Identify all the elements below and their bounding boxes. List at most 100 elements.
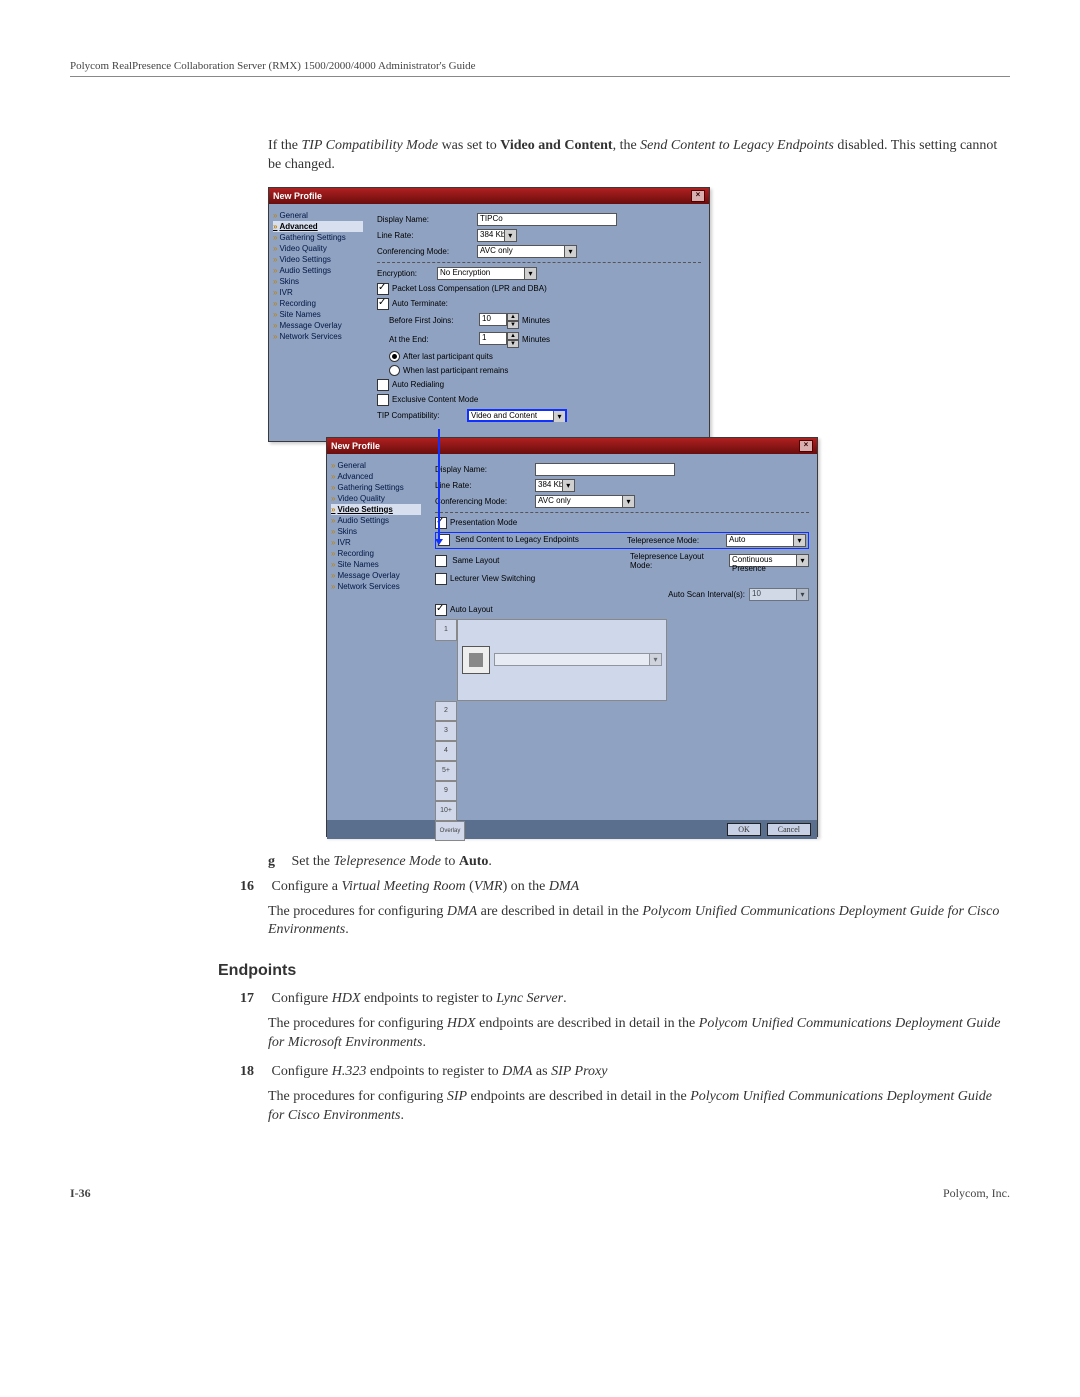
tlayout-dropdown[interactable]: Continuous Presence <box>729 554 809 567</box>
auto-layout-checkbox[interactable] <box>435 604 447 616</box>
nav2-audio[interactable]: Audio Settings <box>331 515 421 526</box>
before-first-spinner[interactable]: 10 ▲▼ <box>479 313 519 329</box>
layout-preview-icon[interactable] <box>462 646 490 674</box>
layout-tab-3[interactable]: 3 <box>435 721 457 741</box>
t: Configure <box>272 1064 332 1079</box>
nav-advanced[interactable]: Advanced <box>273 221 363 232</box>
nav2-skins[interactable]: Skins <box>331 526 421 537</box>
nav2-video-settings[interactable]: Video Settings <box>331 504 421 515</box>
line-rate-label: Line Rate: <box>377 231 477 240</box>
nav2-ivr[interactable]: IVR <box>331 537 421 548</box>
layout-tab-overlay[interactable]: Overlay <box>435 821 465 841</box>
conf-mode-dropdown-2[interactable]: AVC only <box>535 495 635 508</box>
nav-network[interactable]: Network Services <box>273 331 363 342</box>
t: . <box>400 1108 404 1123</box>
auto-layout-label: Auto Layout <box>450 605 493 614</box>
line-rate-dropdown[interactable]: 384 Kbps <box>477 229 517 242</box>
encryption-dropdown[interactable]: No Encryption <box>437 267 537 280</box>
t: ( <box>466 879 474 894</box>
plc-label: Packet Loss Compensation (LPR and DBA) <box>392 284 547 293</box>
nav2-advanced[interactable]: Advanced <box>331 471 421 482</box>
dialog-title: New Profile <box>273 191 322 201</box>
t: ) on the <box>503 879 549 894</box>
t: . <box>563 991 567 1006</box>
nav-message-overlay[interactable]: Message Overlay <box>273 320 363 331</box>
page-footer: I-36 Polycom, Inc. <box>70 1186 1010 1201</box>
after-last-quit-label: After last participant quits <box>403 352 493 361</box>
plc-checkbox[interactable] <box>377 283 389 295</box>
nav2-network[interactable]: Network Services <box>331 581 421 592</box>
before-first-label: Before First Joins: <box>389 316 479 325</box>
at-end-spinner[interactable]: 1 ▲▼ <box>479 332 519 348</box>
display-name-field[interactable]: TIPCo <box>477 213 617 226</box>
nav2-recording[interactable]: Recording <box>331 548 421 559</box>
nav2-message-overlay[interactable]: Message Overlay <box>331 570 421 581</box>
t: Virtual Meeting Room <box>341 879 465 894</box>
same-layout-label: Same Layout <box>452 556 499 565</box>
layout-tab-2[interactable]: 2 <box>435 701 457 721</box>
step-16-num: 16 <box>240 878 268 897</box>
exclusive-content-checkbox[interactable] <box>377 394 389 406</box>
nav-general[interactable]: General <box>273 210 363 221</box>
layout-tab-1[interactable]: 1 <box>435 619 457 641</box>
t: DMA <box>447 904 477 919</box>
callout-arrow <box>438 429 440 543</box>
t: DMA <box>549 879 579 894</box>
endpoints-heading: Endpoints <box>218 962 1010 980</box>
nav-recording[interactable]: Recording <box>273 298 363 309</box>
conf-mode-dropdown[interactable]: AVC only <box>477 245 577 258</box>
t: , the <box>613 138 641 153</box>
lecturer-checkbox[interactable] <box>435 573 447 585</box>
close-icon[interactable]: × <box>691 190 705 202</box>
t: . <box>488 854 492 869</box>
minutes-label: Minutes <box>522 316 550 325</box>
conf-mode-label-2: Conferencing Mode: <box>435 497 535 506</box>
t: HDX <box>447 1016 476 1031</box>
nav-video-quality[interactable]: Video Quality <box>273 243 363 254</box>
nav-sitenames[interactable]: Site Names <box>273 309 363 320</box>
layout-tab-9[interactable]: 9 <box>435 781 457 801</box>
dialog-titlebar-2: New Profile × <box>327 438 817 454</box>
nav2-gathering[interactable]: Gathering Settings <box>331 482 421 493</box>
nav-audio[interactable]: Audio Settings <box>273 265 363 276</box>
encryption-label: Encryption: <box>377 269 437 278</box>
display-name-label-2: Display Name: <box>435 465 535 474</box>
t: DMA <box>502 1064 532 1079</box>
nav-gathering[interactable]: Gathering Settings <box>273 232 363 243</box>
line-rate-dropdown-2[interactable]: 384 Kbps <box>535 479 575 492</box>
close-icon-2[interactable]: × <box>799 440 813 452</box>
tip-compat-dropdown[interactable]: Video and Content <box>467 409 567 422</box>
auto-redial-checkbox[interactable] <box>377 379 389 391</box>
screenshot-container: New Profile × General Advanced Gathering… <box>268 187 816 837</box>
at-end-value[interactable]: 1 <box>479 332 507 345</box>
telemode-dropdown[interactable]: Auto <box>726 534 806 547</box>
nav-ivr[interactable]: IVR <box>273 287 363 298</box>
layout-tab-10[interactable]: 10+ <box>435 801 457 821</box>
nav2-sitenames[interactable]: Site Names <box>331 559 421 570</box>
layout-tab-5[interactable]: 5+ <box>435 761 457 781</box>
same-layout-checkbox[interactable] <box>435 555 447 567</box>
nav-video-settings[interactable]: Video Settings <box>273 254 363 265</box>
when-last-remains-radio[interactable] <box>389 365 400 376</box>
t: SIP <box>447 1089 467 1104</box>
t: Telepresence Mode <box>334 854 441 869</box>
before-first-value[interactable]: 10 <box>479 313 507 326</box>
auto-terminate-label: Auto Terminate: <box>392 299 448 308</box>
layout-icon <box>469 653 483 667</box>
nav2-general[interactable]: General <box>331 460 421 471</box>
t: endpoints to register to <box>366 1064 502 1079</box>
dialog-new-profile-video-settings: New Profile × General Advanced Gathering… <box>326 437 818 837</box>
display-name-field-2[interactable] <box>535 463 675 476</box>
t: endpoints are described in detail in the <box>476 1016 699 1031</box>
auto-terminate-checkbox[interactable] <box>377 298 389 310</box>
layout-picker: 1 2 3 4 5+ <box>435 619 809 841</box>
t: Set the <box>292 854 334 869</box>
presentation-mode-checkbox[interactable] <box>435 517 447 529</box>
after-last-quit-radio[interactable] <box>389 351 400 362</box>
t: If the <box>268 138 301 153</box>
header-rule <box>70 76 1010 77</box>
nav2-video-quality[interactable]: Video Quality <box>331 493 421 504</box>
layout-tab-4[interactable]: 4 <box>435 741 457 761</box>
nav-skins[interactable]: Skins <box>273 276 363 287</box>
autoscan-label: Auto Scan Interval(s): <box>668 590 745 599</box>
